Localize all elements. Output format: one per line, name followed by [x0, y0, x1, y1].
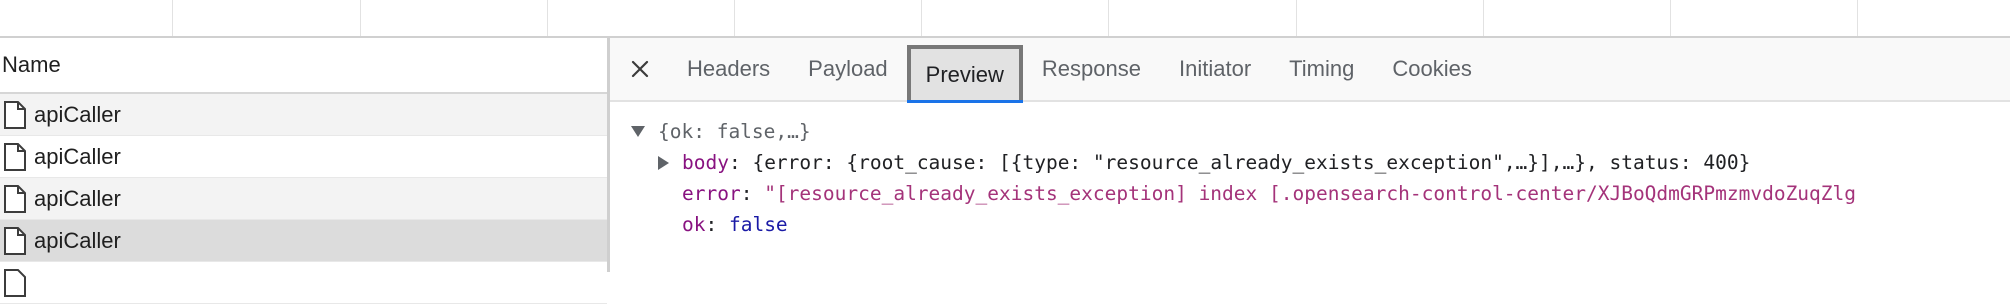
- json-key-body: body: [682, 151, 729, 174]
- tab-response[interactable]: Response: [1023, 37, 1160, 101]
- timeline-gridline: [1857, 0, 1858, 36]
- tab-preview[interactable]: Preview: [906, 45, 1024, 103]
- timeline-gridline: [734, 0, 735, 36]
- request-detail-pane: Headers Payload Preview Response Initiat…: [610, 38, 2010, 272]
- request-row[interactable]: apiCaller: [0, 94, 607, 136]
- timeline-overview[interactable]: [0, 0, 2010, 38]
- json-key-ok: ok: [682, 213, 706, 236]
- close-icon: [631, 60, 649, 78]
- detail-tabbar: Headers Payload Preview Response Initiat…: [610, 37, 2010, 103]
- json-key-error: error: [682, 182, 741, 205]
- timeline-gridline: [1483, 0, 1484, 36]
- request-row[interactable]: apiCaller: [0, 136, 607, 178]
- name-column-header[interactable]: Name: [0, 38, 607, 94]
- request-name: apiCaller: [34, 101, 121, 127]
- document-icon: [4, 184, 26, 213]
- timeline-gridline: [1108, 0, 1109, 36]
- tab-headers[interactable]: Headers: [668, 37, 789, 101]
- tab-cookies[interactable]: Cookies: [1373, 37, 1490, 101]
- document-icon: [4, 226, 26, 255]
- json-ok-line: ok: false: [682, 213, 788, 236]
- collapse-triangle-icon[interactable]: [630, 124, 646, 138]
- json-error-line: error: "[resource_already_exists_excepti…: [682, 182, 1857, 205]
- close-button[interactable]: [620, 49, 660, 89]
- json-root-summary: {ok: false,…}: [658, 120, 811, 143]
- expand-triangle-icon[interactable]: [656, 155, 670, 171]
- timeline-gridline: [921, 0, 922, 36]
- request-name: apiCaller: [34, 185, 121, 211]
- document-icon: [4, 100, 26, 129]
- request-name: apiCaller: [34, 143, 121, 169]
- document-icon: [4, 142, 26, 171]
- json-body-line[interactable]: body: {error: {root_cause: [{type: "reso…: [610, 147, 2010, 178]
- tab-initiator[interactable]: Initiator: [1160, 37, 1270, 101]
- request-row-selected[interactable]: apiCaller: [0, 220, 607, 262]
- request-row[interactable]: [0, 262, 607, 304]
- request-list: Name apiCaller apiCaller apiCaller apiCa…: [0, 38, 610, 304]
- request-row[interactable]: apiCaller: [0, 178, 607, 220]
- json-value-error: "[resource_already_exists_exception] ind…: [764, 182, 1857, 205]
- tab-payload[interactable]: Payload: [789, 37, 907, 101]
- tab-timing[interactable]: Timing: [1270, 37, 1373, 101]
- json-root-line[interactable]: {ok: false,…}: [610, 116, 2010, 147]
- timeline-gridline: [1296, 0, 1297, 36]
- json-value-ok: false: [728, 213, 788, 236]
- timeline-gridline: [360, 0, 361, 36]
- document-icon: [4, 268, 26, 297]
- request-name: apiCaller: [34, 227, 121, 253]
- timeline-gridline: [547, 0, 548, 36]
- timeline-gridline: [1670, 0, 1671, 36]
- name-column-label: Name: [2, 52, 61, 77]
- timeline-gridline: [172, 0, 173, 36]
- json-preview: {ok: false,…} body: {error: {root_cause:…: [610, 102, 2010, 240]
- json-value-body: {error: {root_cause: [{type: "resource_a…: [752, 151, 1751, 174]
